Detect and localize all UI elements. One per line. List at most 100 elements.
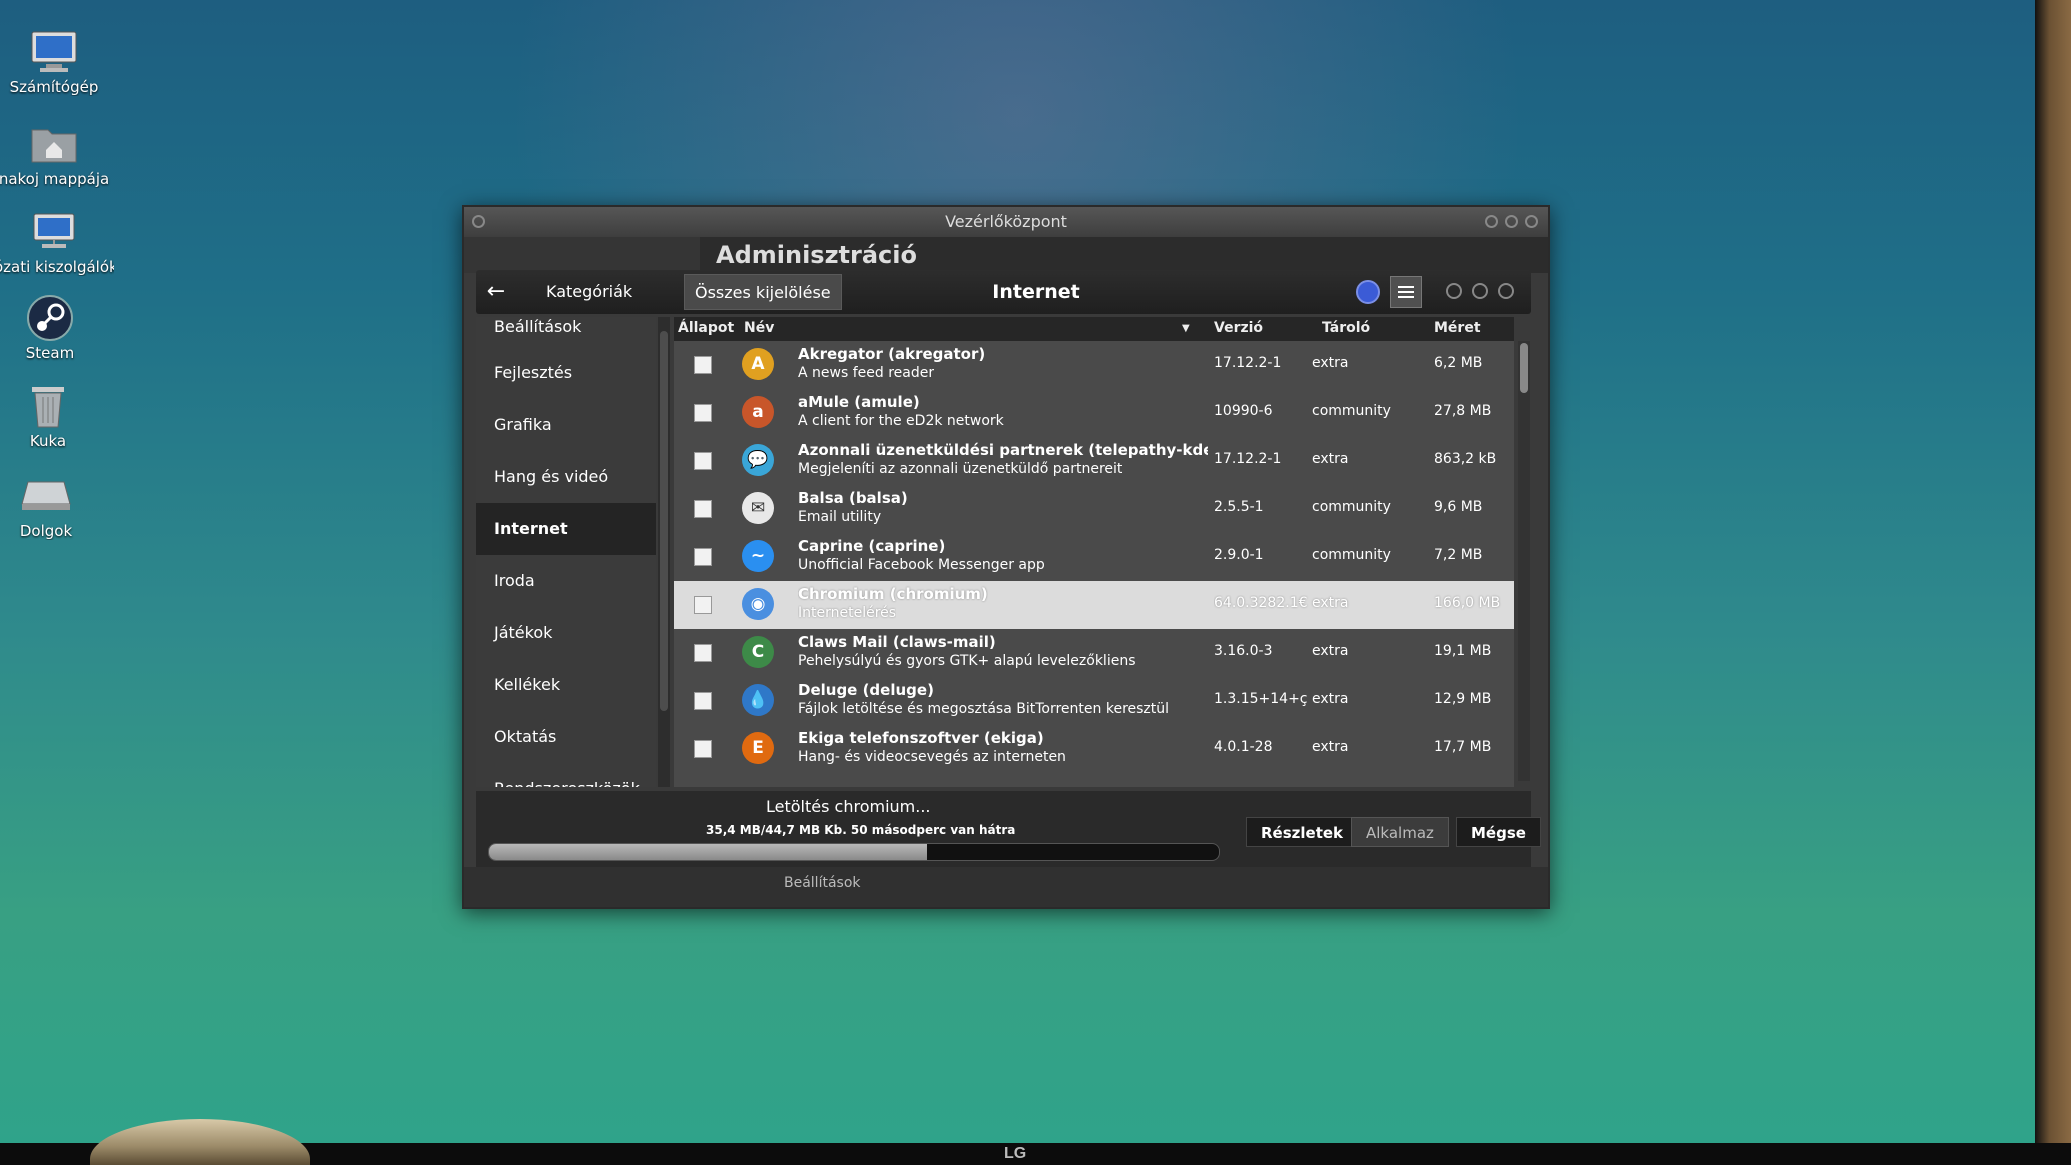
desktop-icon-label: Kuka: [29, 432, 67, 450]
window-title: Vezérlőközpont: [945, 212, 1067, 231]
table-row[interactable]: a aMule (amule) A client for the eD2k ne…: [674, 389, 1514, 437]
computer-icon: [28, 30, 80, 74]
sidebar-item-internet[interactable]: Internet: [476, 503, 656, 555]
deluge-icon: 💧: [742, 684, 774, 716]
hamburger-menu-icon[interactable]: [1390, 276, 1422, 308]
table-scroll-thumb[interactable]: [1520, 343, 1528, 393]
package-name: Akregator (akregator): [798, 345, 986, 363]
package-desc: Megjeleníti az azonnali üzenetküldő part…: [798, 461, 1123, 477]
sidebar-item-iroda[interactable]: Iroda: [476, 555, 656, 607]
package-desc: Email utility: [798, 509, 882, 525]
close-icon[interactable]: [1525, 215, 1538, 228]
table-row[interactable]: C Claws Mail (claws-mail) Pehelysúlyú és…: [674, 629, 1514, 677]
desktop-icon-home-folder[interactable]: nakoj mappája: [0, 122, 114, 188]
package-desc: Pehelysúlyú és gyors GTK+ alapú levelező…: [798, 653, 1136, 669]
category-sidebar: Beállítások Fejlesztés Grafika Hang és v…: [476, 317, 656, 787]
option-circle-icon[interactable]: [1498, 283, 1514, 299]
amule-icon: a: [742, 396, 774, 428]
back-arrow-icon[interactable]: ←: [482, 278, 510, 306]
desktop-icon-drive[interactable]: Dolgok: [0, 474, 106, 540]
messenger-icon: ~: [742, 540, 774, 572]
download-panel: Letöltés chromium... 35,4 MB/44,7 MB Kb.…: [476, 791, 1541, 867]
row-checkbox[interactable]: [694, 500, 712, 518]
row-checkbox[interactable]: [694, 404, 712, 422]
package-name: Claws Mail (claws-mail): [798, 633, 996, 651]
package-version: 2.5.5-1: [1214, 499, 1264, 515]
row-checkbox[interactable]: [694, 596, 712, 614]
desktop-icon-label: Számítógép: [9, 78, 99, 96]
sidebar-item-hang-es-video[interactable]: Hang és videó: [476, 451, 656, 503]
window-titlebar[interactable]: Vezérlőközpont: [464, 207, 1548, 237]
details-button[interactable]: Részletek: [1246, 817, 1359, 847]
desktop-icon-network[interactable]: ózati kiszolgálók: [0, 210, 114, 276]
package-desc: Hang- és videocsevegés az interneten: [798, 749, 1066, 765]
download-info: 35,4 MB/44,7 MB Kb. 50 másodperc van hát…: [706, 823, 1016, 837]
row-checkbox[interactable]: [694, 548, 712, 566]
package-table: Állapot Név ▼ Verzió Tároló Méret A Akre…: [674, 317, 1514, 787]
table-row[interactable]: 💬 Azonnali üzenetküldési partnerek (tele…: [674, 437, 1514, 485]
sidebar-item-kellekek[interactable]: Kellékek: [476, 659, 656, 711]
sidebar-item-rendszereszkozok[interactable]: Rendszereszközök: [476, 763, 656, 787]
sidebar-item-fejlesztes[interactable]: Fejlesztés: [476, 347, 656, 399]
sidebar-item-grafika[interactable]: Grafika: [476, 399, 656, 451]
minimize-icon[interactable]: [1485, 215, 1498, 228]
apply-button[interactable]: Alkalmaz: [1351, 817, 1449, 847]
categories-button[interactable]: Kategóriák: [536, 274, 642, 310]
column-header-version[interactable]: Verzió: [1214, 320, 1263, 336]
package-name: Balsa (balsa): [798, 489, 908, 507]
toolbar-title: Internet: [992, 281, 1080, 303]
package-desc: Fájlok letöltése és megosztása BitTorren…: [798, 701, 1170, 717]
desktop-icon-steam[interactable]: Steam: [0, 295, 110, 362]
home-folder-icon: [28, 122, 80, 166]
monitor-bezel-right: [2035, 0, 2071, 1165]
trash-icon: [22, 384, 74, 428]
option-circle-icon[interactable]: [1446, 283, 1462, 299]
sidebar-item-jatekok[interactable]: Játékok: [476, 607, 656, 659]
monitor-logo: LG: [1004, 1145, 1027, 1162]
package-name: aMule (amule): [798, 393, 920, 411]
package-repo: community: [1312, 499, 1391, 515]
row-checkbox[interactable]: [694, 452, 712, 470]
row-checkbox[interactable]: [694, 740, 712, 758]
table-row[interactable]: E Ekiga telefonszoftver (ekiga) Hang- és…: [674, 725, 1514, 773]
monitor-bezel-bottom: [0, 1143, 2071, 1165]
column-header-repo[interactable]: Tároló: [1322, 320, 1370, 336]
desktop-icon-trash[interactable]: Kuka: [0, 384, 108, 450]
sidebar-scrollbar[interactable]: [658, 317, 670, 787]
row-checkbox[interactable]: [694, 644, 712, 662]
download-progress-bar: [488, 843, 1220, 861]
package-version: 64.0.3282.1€: [1214, 595, 1308, 611]
package-size: 863,2 kB: [1434, 451, 1497, 467]
package-repo: extra: [1312, 355, 1349, 371]
window-menu-icon[interactable]: [472, 215, 485, 228]
column-header-name[interactable]: Név: [744, 320, 774, 336]
maximize-icon[interactable]: [1505, 215, 1518, 228]
package-desc: Internetelérés: [798, 605, 897, 621]
option-circle-icon[interactable]: [1472, 283, 1488, 299]
sidebar-item-beallitasok[interactable]: Beállítások: [476, 317, 656, 347]
desktop-icon-computer[interactable]: Számítógép: [0, 30, 114, 96]
package-name: Caprine (caprine): [798, 537, 946, 555]
table-row-selected[interactable]: ◉ Chromium (chromium) Internetelérés 64.…: [674, 581, 1514, 629]
sidebar-item-oktatas[interactable]: Oktatás: [476, 711, 656, 763]
package-desc: Unofficial Facebook Messenger app: [798, 557, 1045, 573]
table-row[interactable]: ~ Caprine (caprine) Unofficial Facebook …: [674, 533, 1514, 581]
column-header-size[interactable]: Méret: [1434, 320, 1481, 336]
sidebar-scroll-thumb[interactable]: [660, 331, 668, 711]
table-row[interactable]: A Akregator (akregator) A news feed read…: [674, 341, 1514, 389]
akregator-icon: A: [742, 348, 774, 380]
table-row[interactable]: ✉ Balsa (balsa) Email utility 2.5.5-1 co…: [674, 485, 1514, 533]
column-header-status[interactable]: Állapot: [678, 320, 734, 336]
package-desc: A news feed reader: [798, 365, 935, 381]
desktop-icon-label: ózati kiszolgálók: [0, 258, 114, 276]
search-icon[interactable]: [1356, 280, 1380, 304]
cancel-button[interactable]: Mégse: [1456, 817, 1541, 847]
package-size: 27,8 MB: [1434, 403, 1492, 419]
table-scrollbar[interactable]: [1518, 341, 1530, 781]
select-all-button[interactable]: Összes kijelölése: [684, 274, 842, 310]
row-checkbox[interactable]: [694, 356, 712, 374]
table-header: Állapot Név ▼ Verzió Tároló Méret: [674, 317, 1514, 341]
row-checkbox[interactable]: [694, 692, 712, 710]
table-row[interactable]: 💧 Deluge (deluge) Fájlok letöltése és me…: [674, 677, 1514, 725]
ekiga-icon: E: [742, 732, 774, 764]
